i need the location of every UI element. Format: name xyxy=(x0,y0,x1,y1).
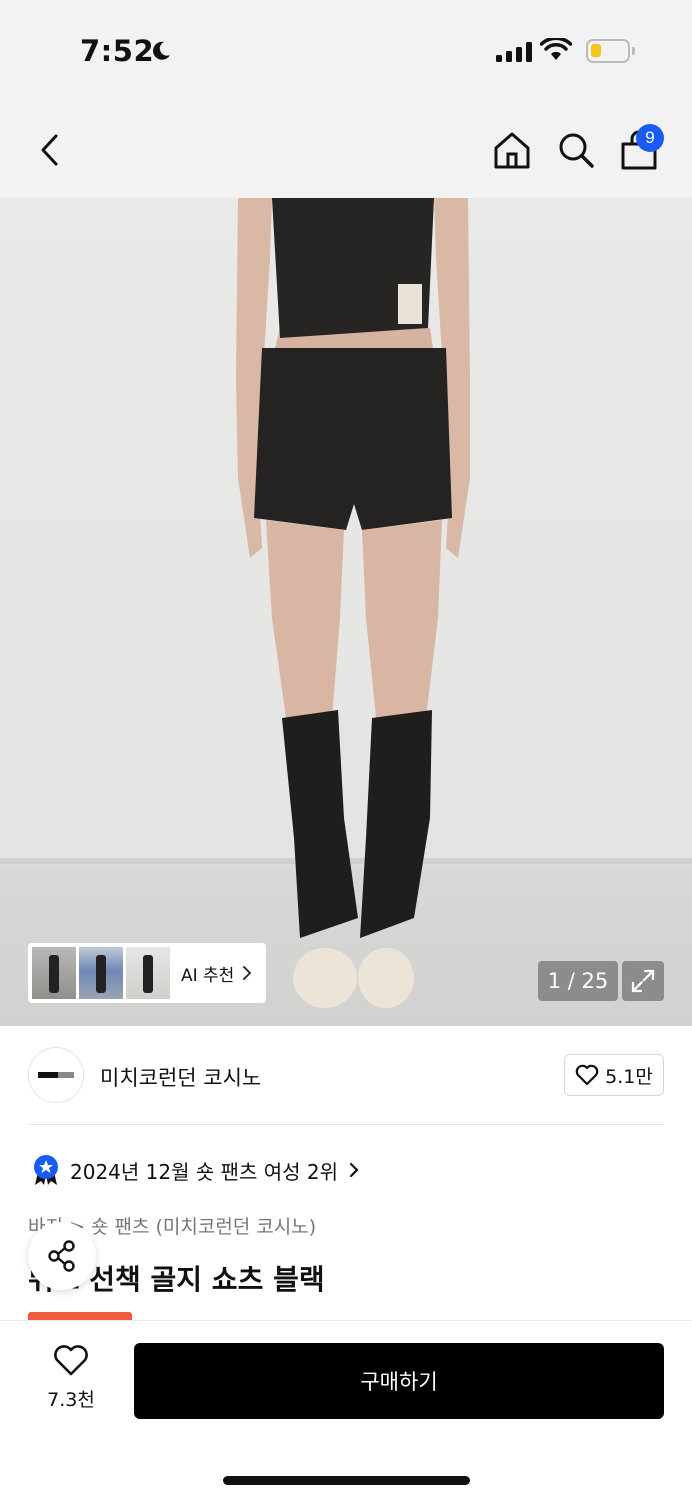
wishlist-button[interactable]: 7.3천 xyxy=(40,1345,102,1417)
brand-like-count: 5.1만 xyxy=(605,1065,653,1088)
brand-logo xyxy=(28,1047,84,1103)
signal-icon xyxy=(496,42,532,62)
cart-count-badge: 9 xyxy=(636,124,664,152)
model-photo xyxy=(236,198,470,1008)
home-indicator xyxy=(223,1476,470,1485)
ranking-text: 2024년 12월 숏 팬츠 여성 2위 xyxy=(70,1159,339,1184)
divider xyxy=(28,1124,664,1125)
product-image[interactable] xyxy=(0,198,692,1026)
heart-icon xyxy=(575,1064,599,1086)
ranking-badge-icon xyxy=(34,1155,58,1185)
chevron-right-icon xyxy=(349,1162,359,1178)
expand-icon xyxy=(631,969,655,993)
chevron-left-icon xyxy=(41,134,58,166)
recommend-thumbnail xyxy=(79,947,123,999)
battery-icon xyxy=(586,39,635,63)
image-counter: 1 / 25 xyxy=(538,961,618,1001)
search-button[interactable] xyxy=(552,126,600,174)
status-time: 7:52 xyxy=(80,34,155,68)
bottom-action-bar: 7.3천 구매하기 xyxy=(0,1320,692,1500)
home-icon xyxy=(494,132,530,169)
status-bar: 7:52 xyxy=(0,0,692,100)
search-icon xyxy=(559,133,594,168)
back-button[interactable] xyxy=(28,124,72,176)
home-button[interactable] xyxy=(488,126,536,174)
wifi-icon xyxy=(540,38,572,60)
brand-like-button[interactable]: 5.1만 xyxy=(564,1054,664,1096)
buy-button[interactable]: 구매하기 xyxy=(134,1343,664,1419)
share-icon xyxy=(48,1240,75,1272)
moon-icon xyxy=(153,41,170,60)
ai-recommend-label: AI 추천 xyxy=(181,965,235,986)
heart-icon xyxy=(54,1345,88,1376)
chevron-right-icon xyxy=(243,966,252,980)
ranking-link[interactable]: 2024년 12월 숏 팬츠 여성 2위 xyxy=(32,1154,360,1186)
wishlist-count: 7.3천 xyxy=(47,1389,95,1411)
brand-row[interactable]: 미치코런던 코시노 5.1만 xyxy=(0,1026,692,1124)
top-nav xyxy=(0,100,692,198)
recommend-thumbnail xyxy=(32,947,76,999)
share-button[interactable] xyxy=(28,1222,96,1290)
ai-recommend-button[interactable]: AI 추천 xyxy=(28,943,266,1003)
expand-button[interactable] xyxy=(622,961,664,1001)
recommend-thumbnail xyxy=(126,947,170,999)
brand-name: 미치코런던 코시노 xyxy=(100,1066,262,1090)
